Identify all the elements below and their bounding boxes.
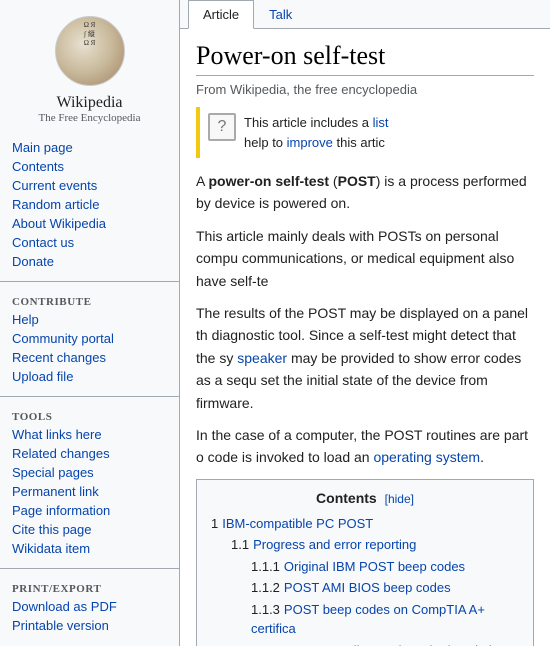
sidebar-item-what-links-here[interactable]: What links here	[0, 425, 179, 444]
main-content: Article Talk Power-on self-test From Wik…	[180, 0, 550, 646]
sidebar-item-random-article[interactable]: Random article	[0, 195, 179, 214]
sidebar-divider-1	[0, 281, 179, 282]
contents-box: Contents [hide] 1 IBM-compatible PC POST …	[196, 479, 534, 646]
sidebar-item-main-page[interactable]: Main page	[0, 138, 179, 157]
contents-item-1-1-2: 1.1.2 POST AMI BIOS beep codes	[211, 578, 519, 598]
tab-article[interactable]: Article	[188, 0, 254, 29]
contents-header: Contents [hide]	[211, 490, 519, 506]
sidebar-item-permanent-link[interactable]: Permanent link	[0, 482, 179, 501]
contents-number-1-1: 1.1	[231, 537, 249, 552]
article-subtitle: From Wikipedia, the free encyclopedia	[196, 82, 534, 97]
sidebar-tools-section: Tools What links here Related changes Sp…	[0, 403, 179, 562]
sidebar-item-contact-us[interactable]: Contact us	[0, 233, 179, 252]
contents-link-1-1-3[interactable]: POST beep codes on CompTIA A+ certifica	[251, 602, 485, 637]
contents-hide-button[interactable]: [hide]	[385, 492, 414, 506]
contents-number-1-1-1: 1.1.1	[251, 559, 280, 574]
wiki-logo: Ω Я∫ 縦Ω Я	[0, 8, 179, 90]
sidebar-item-help[interactable]: Help	[0, 310, 179, 329]
tab-talk[interactable]: Talk	[254, 0, 307, 29]
wikipedia-wordmark: Wikipedia	[0, 94, 179, 112]
article-paragraph-4: In the case of a computer, the POST rout…	[196, 424, 534, 469]
operating-system-link[interactable]: operating system	[373, 449, 480, 465]
contents-list: 1 IBM-compatible PC POST 1.1 Progress and …	[211, 514, 519, 646]
sidebar-item-contents[interactable]: Contents	[0, 157, 179, 176]
speaker-link[interactable]: speaker	[237, 350, 287, 366]
sidebar: Ω Я∫ 縦Ω Я Wikipedia The Free Encyclopedi…	[0, 0, 180, 646]
contents-item-1-1-3: 1.1.3POST beep codes on CompTIA A+ certi…	[211, 600, 519, 639]
tabs-bar: Article Talk	[180, 0, 550, 29]
hatnote-box: ? This article includes a list help to i…	[196, 107, 534, 158]
sidebar-item-printable-version[interactable]: Printable version	[0, 616, 179, 635]
hatnote-icon: ?	[208, 113, 236, 141]
contents-item-1-1-4: 1.1.4IBM POST diagnostic code descriptio…	[211, 641, 519, 646]
sidebar-item-cite-this-page[interactable]: Cite this page	[0, 520, 179, 539]
sidebar-item-special-pages[interactable]: Special pages	[0, 463, 179, 482]
sidebar-item-related-changes[interactable]: Related changes	[0, 444, 179, 463]
sidebar-item-donate[interactable]: Donate	[0, 252, 179, 271]
contents-title: Contents	[316, 490, 377, 506]
sidebar-item-download-pdf[interactable]: Download as PDF	[0, 597, 179, 616]
contents-item-1-1-1: 1.1.1 Original IBM POST beep codes	[211, 557, 519, 577]
sidebar-tools-title: Tools	[0, 407, 179, 425]
sidebar-item-recent-changes[interactable]: Recent changes	[0, 348, 179, 367]
hatnote-list-link[interactable]: list	[373, 115, 389, 130]
article-paragraph-2: This article mainly deals with POSTs on …	[196, 225, 534, 292]
sidebar-item-page-information[interactable]: Page information	[0, 501, 179, 520]
contents-number-1-1-3: 1.1.3	[251, 602, 280, 617]
sidebar-item-upload-file[interactable]: Upload file	[0, 367, 179, 386]
article-title: Power-on self-test	[196, 41, 534, 76]
contents-number-1-1-2: 1.1.2	[251, 580, 280, 595]
hatnote-improve-link[interactable]: improve	[287, 135, 333, 150]
sidebar-print-title: Print/export	[0, 579, 179, 597]
sidebar-item-current-events[interactable]: Current events	[0, 176, 179, 195]
sidebar-print-section: Print/export Download as PDF Printable v…	[0, 575, 179, 639]
sidebar-contribute-title: Contribute	[0, 292, 179, 310]
wikipedia-tagline: The Free Encyclopedia	[0, 112, 179, 124]
article-paragraph-3: The results of the POST may be displayed…	[196, 302, 534, 414]
contents-number-1: 1	[211, 516, 218, 531]
contents-item-1-1: 1.1 Progress and error reporting	[211, 535, 519, 555]
sidebar-contribute-section: Contribute Help Community portal Recent …	[0, 288, 179, 390]
contents-link-1[interactable]: IBM-compatible PC POST	[222, 516, 373, 531]
sidebar-divider-3	[0, 568, 179, 569]
contents-link-1-1-2[interactable]: POST AMI BIOS beep codes	[284, 580, 451, 595]
sidebar-item-wikidata-item[interactable]: Wikidata item	[0, 539, 179, 558]
contents-link-1-1-1[interactable]: Original IBM POST beep codes	[284, 559, 465, 574]
article-body: Power-on self-test From Wikipedia, the f…	[180, 29, 550, 646]
sidebar-item-about-wikipedia[interactable]: About Wikipedia	[0, 214, 179, 233]
contents-item-1: 1 IBM-compatible PC POST	[211, 514, 519, 534]
wikipedia-logo-image: Ω Я∫ 縦Ω Я	[55, 16, 125, 86]
sidebar-item-community-portal[interactable]: Community portal	[0, 329, 179, 348]
hatnote-text: This article includes a list help to imp…	[244, 113, 389, 152]
sidebar-nav-section: Main page Contents Current events Random…	[0, 134, 179, 275]
article-paragraph-1: A power-on self-test (POST) is a process…	[196, 170, 534, 215]
contents-link-1-1[interactable]: Progress and error reporting	[253, 537, 416, 552]
sidebar-divider-2	[0, 396, 179, 397]
